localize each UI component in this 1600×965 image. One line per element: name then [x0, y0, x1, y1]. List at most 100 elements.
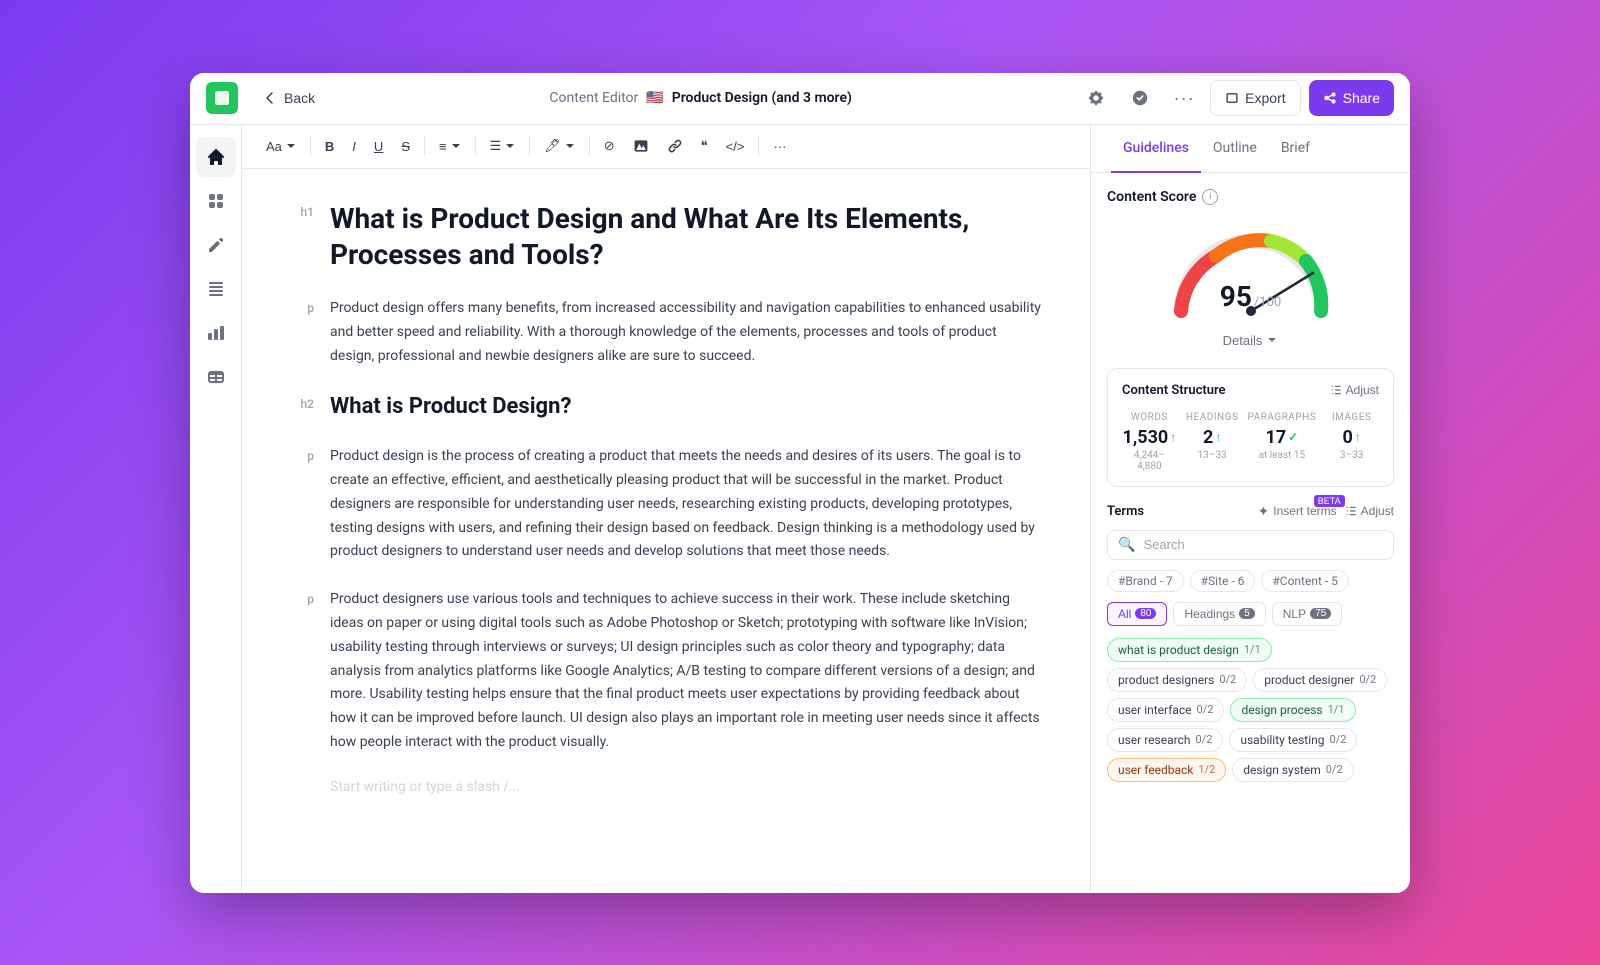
- h2-block: h2 What is Product Design?: [290, 393, 1042, 422]
- strikethrough-button[interactable]: S: [393, 131, 418, 161]
- placeholder-text[interactable]: Start writing or type a slash /...: [330, 779, 1042, 795]
- more-button[interactable]: ···: [1166, 80, 1202, 116]
- h1-block: h1 What is Product Design and What Are I…: [290, 201, 1042, 274]
- sidebar-item-reports[interactable]: [196, 357, 236, 397]
- term-design-system[interactable]: design system 0/2: [1232, 758, 1353, 782]
- stat-headings: HEADINGS 2 ↑ 13–33: [1185, 412, 1240, 472]
- details-label: Details: [1223, 333, 1263, 348]
- export-button[interactable]: Export: [1210, 80, 1300, 116]
- h2-label: h2: [290, 393, 314, 422]
- score-denom: /100: [1254, 295, 1281, 310]
- share-button[interactable]: Share: [1309, 80, 1394, 116]
- tab-brief[interactable]: Brief: [1269, 125, 1322, 173]
- term-user-research[interactable]: user research 0/2: [1107, 728, 1223, 752]
- images-arrow: ↑: [1355, 430, 1361, 444]
- list-button[interactable]: ☰: [482, 131, 524, 161]
- highlight-button[interactable]: 🖊: [536, 131, 583, 161]
- p3-text[interactable]: Product designers use various tools and …: [330, 588, 1042, 755]
- hashtag-brand[interactable]: #Brand - 7: [1107, 570, 1184, 592]
- terms-adjust-button[interactable]: Adjust: [1345, 504, 1394, 518]
- terms-header: Terms ✦ Insert terms BETA Adjust: [1107, 503, 1394, 520]
- doc-title: Product Design (and 3 more): [672, 90, 852, 106]
- back-label: Back: [284, 90, 315, 106]
- p2-text[interactable]: Product design is the process of creatin…: [330, 445, 1042, 564]
- sidebar-item-editor[interactable]: [196, 225, 236, 265]
- p3-label: p: [290, 588, 314, 755]
- term-user-feedback[interactable]: user feedback 1/2: [1107, 758, 1226, 782]
- details-button[interactable]: Details: [1215, 329, 1287, 352]
- stat-words: WORDS 1,530 ↑ 4,244–4,880: [1122, 412, 1177, 472]
- p2-label: p: [290, 445, 314, 564]
- words-value: 1,530 ↑: [1122, 427, 1177, 448]
- separator: 🇺🇸: [646, 90, 663, 106]
- link-button[interactable]: [659, 131, 691, 161]
- quote-button[interactable]: ❝: [693, 131, 716, 161]
- underline-button[interactable]: U: [366, 131, 391, 161]
- share-label: Share: [1343, 90, 1380, 106]
- h1-text[interactable]: What is Product Design and What Are Its …: [330, 201, 1042, 274]
- top-bar: Back Content Editor 🇺🇸 Product Design (a…: [190, 73, 1410, 125]
- filter-nlp[interactable]: NLP 75: [1272, 602, 1342, 626]
- term-product-designers[interactable]: product designers 0/2: [1107, 668, 1247, 692]
- toolbar-sep-3: [475, 136, 476, 156]
- term-what-is-product-design[interactable]: what is product design 1/1: [1107, 638, 1272, 662]
- more-toolbar-button[interactable]: ···: [765, 131, 794, 161]
- image-button[interactable]: [625, 131, 657, 161]
- hashtag-filters: #Brand - 7 #Site - 6 #Content - 5: [1107, 570, 1394, 592]
- structure-adjust-button[interactable]: Adjust: [1330, 383, 1379, 397]
- toolbar-sep-6: [758, 136, 759, 156]
- text-style-button[interactable]: Aa: [258, 131, 304, 161]
- settings-button[interactable]: [1078, 80, 1114, 116]
- sidebar-item-content[interactable]: [196, 269, 236, 309]
- toolbar-sep-5: [589, 136, 590, 156]
- sidebar-item-analytics[interactable]: [196, 313, 236, 353]
- filter-headings[interactable]: Headings 5: [1173, 602, 1265, 626]
- term-user-interface[interactable]: user interface 0/2: [1107, 698, 1224, 722]
- headings-label: HEADINGS: [1185, 412, 1240, 423]
- score-section: Content Score i: [1107, 189, 1394, 352]
- check-button[interactable]: [1122, 80, 1158, 116]
- term-product-designer[interactable]: product designer 0/2: [1253, 668, 1387, 692]
- score-value: 95: [1220, 280, 1252, 313]
- headings-count: 5: [1239, 608, 1255, 619]
- bold-button[interactable]: B: [317, 131, 342, 161]
- paragraphs-label: PARAGRAPHS: [1248, 412, 1317, 423]
- insert-terms-button[interactable]: ✦ Insert terms BETA: [1258, 503, 1337, 520]
- score-info-icon[interactable]: i: [1202, 189, 1218, 205]
- paragraphs-value: 17 ✓: [1248, 427, 1317, 448]
- words-range: 4,244–4,880: [1122, 450, 1177, 472]
- p1-text[interactable]: Product design offers many benefits, fro…: [330, 297, 1042, 368]
- main-layout: Aa B I U S ≡ ☰: [190, 125, 1410, 893]
- italic-button[interactable]: I: [344, 131, 364, 161]
- filter-all[interactable]: All 80: [1107, 602, 1167, 626]
- editor-content[interactable]: h1 What is Product Design and What Are I…: [242, 169, 1090, 893]
- all-count: 80: [1135, 608, 1156, 619]
- images-range: 3–33: [1324, 450, 1379, 461]
- hashtag-content[interactable]: #Content - 5: [1261, 570, 1349, 592]
- headings-arrow: ↑: [1215, 430, 1221, 444]
- term-design-process[interactable]: design process 1/1: [1230, 698, 1355, 722]
- sidebar-item-home[interactable]: [196, 137, 236, 177]
- h1-label: h1: [290, 201, 314, 274]
- tab-guidelines[interactable]: Guidelines: [1111, 125, 1201, 173]
- term-usability-testing[interactable]: usability testing 0/2: [1229, 728, 1357, 752]
- adjust-label: Adjust: [1346, 383, 1379, 397]
- search-icon: 🔍: [1118, 537, 1135, 553]
- beta-badge: BETA: [1314, 495, 1345, 507]
- headings-value: 2 ↑: [1185, 427, 1240, 448]
- text-style-label: Aa: [266, 139, 282, 154]
- structure-section: Content Structure Adjust WORDS 1,530 ↑ 4…: [1107, 368, 1394, 487]
- back-button[interactable]: Back: [254, 86, 323, 110]
- hashtag-site[interactable]: #Site - 6: [1190, 570, 1256, 592]
- tab-outline[interactable]: Outline: [1201, 125, 1269, 173]
- placeholder-label: [290, 779, 314, 795]
- stat-paragraphs: PARAGRAPHS 17 ✓ at least 15: [1248, 412, 1317, 472]
- clear-format-button[interactable]: ⊘: [596, 131, 623, 161]
- align-button[interactable]: ≡: [431, 131, 469, 161]
- right-panel: Guidelines Outline Brief Content Score i: [1090, 125, 1410, 893]
- sidebar-item-dashboard[interactable]: [196, 181, 236, 221]
- code-button[interactable]: </>: [718, 131, 753, 161]
- sidebar: [190, 125, 242, 893]
- search-input[interactable]: [1143, 537, 1383, 552]
- h2-text[interactable]: What is Product Design?: [330, 393, 1042, 422]
